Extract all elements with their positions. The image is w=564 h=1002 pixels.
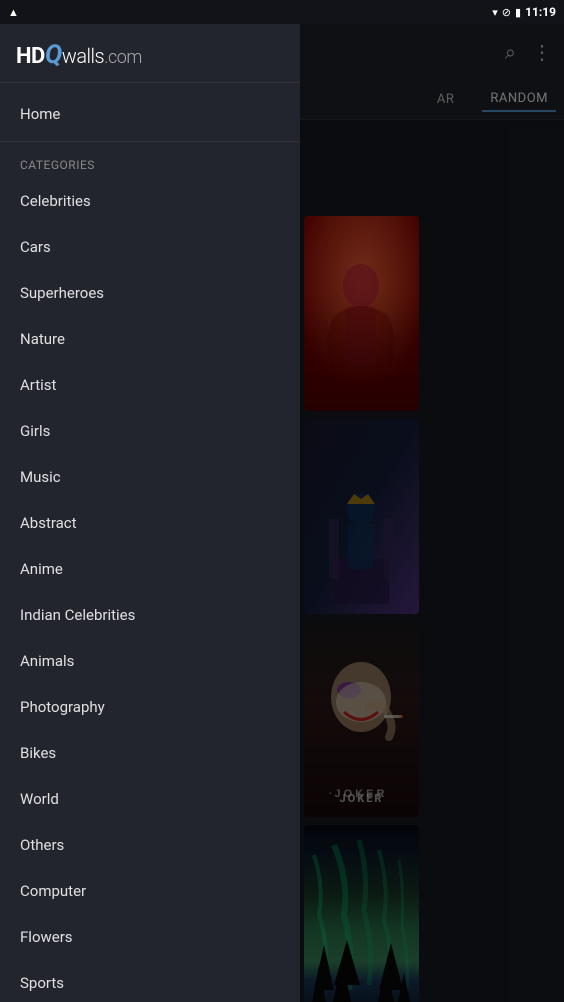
main-wrapper: HDQwalls.com Home Categories Celebrities… xyxy=(0,24,564,1002)
sidebar-item-computer[interactable]: Computer xyxy=(0,868,300,914)
sidebar-item-photography[interactable]: Photography xyxy=(0,684,300,730)
divider-1 xyxy=(0,141,300,142)
sidebar-item-sports[interactable]: Sports xyxy=(0,960,300,1002)
sidebar-item-others-label: Others xyxy=(20,836,64,854)
sidebar-item-world-label: World xyxy=(20,790,59,808)
sidebar-item-indian-celebrities[interactable]: Indian Celebrities xyxy=(0,592,300,638)
aurora-svg xyxy=(304,825,419,1002)
sidebar-item-world[interactable]: World xyxy=(0,776,300,822)
sidebar-item-artist-label: Artist xyxy=(20,376,56,394)
tab-ar[interactable]: AR xyxy=(429,88,463,111)
sidebar-logo: HDQwalls.com xyxy=(16,40,284,70)
sidebar-item-celebrities[interactable]: Celebrities xyxy=(0,178,300,224)
sidebar: HDQwalls.com Home Categories Celebrities… xyxy=(0,24,300,1002)
sidebar-item-artist[interactable]: Artist xyxy=(0,362,300,408)
status-time: 11:19 xyxy=(525,5,556,19)
sidebar-item-others[interactable]: Others xyxy=(0,822,300,868)
sidebar-item-nature-label: Nature xyxy=(20,330,65,348)
sidebar-item-music[interactable]: Music xyxy=(0,454,300,500)
content-area: ⌕ ⋮ AR RANDOM xyxy=(300,24,564,1002)
sidebar-item-superheroes[interactable]: Superheroes xyxy=(0,270,300,316)
sidebar-item-girls[interactable]: Girls xyxy=(0,408,300,454)
sidebar-item-photography-label: Photography xyxy=(20,698,105,716)
sidebar-item-superheroes-label: Superheroes xyxy=(20,284,104,302)
notification-icon: ▲ xyxy=(8,6,19,19)
logo-hd: HD xyxy=(16,44,45,69)
wallpaper-villain[interactable] xyxy=(304,419,419,614)
wallpaper-aurora[interactable] xyxy=(304,825,419,1002)
sidebar-item-sports-label: Sports xyxy=(20,974,64,992)
logo-walls: walls xyxy=(62,44,104,68)
sidebar-header: HDQwalls.com xyxy=(0,24,300,83)
sidebar-item-bikes[interactable]: Bikes xyxy=(0,730,300,776)
wallpaper-joker[interactable]: JOKER · xyxy=(304,622,419,817)
logo-com: com xyxy=(108,47,142,68)
logo-q: Q xyxy=(45,40,62,70)
wallpaper-grid: JOKER · xyxy=(300,120,564,998)
sidebar-categories-label: Categories xyxy=(0,146,300,178)
sidebar-item-music-label: Music xyxy=(20,468,61,486)
tabs-bar: AR RANDOM xyxy=(300,80,564,120)
sidebar-item-cars-label: Cars xyxy=(20,238,51,256)
sidebar-item-abstract[interactable]: Abstract xyxy=(0,500,300,546)
more-options-icon[interactable]: ⋮ xyxy=(532,40,552,64)
sidebar-item-anime-label: Anime xyxy=(20,560,63,578)
sidebar-item-animals-label: Animals xyxy=(20,652,74,670)
search-icon[interactable]: ⌕ xyxy=(505,40,516,64)
sidebar-item-girls-label: Girls xyxy=(20,422,50,440)
sidebar-item-cars[interactable]: Cars xyxy=(0,224,300,270)
wifi-icon: ▾ xyxy=(492,6,498,19)
villain-svg xyxy=(304,419,419,614)
wallpaper-wonder-woman[interactable] xyxy=(304,216,419,411)
sidebar-item-home[interactable]: Home xyxy=(0,91,300,137)
status-bar: ▲ ▾ ⊘ ▮ 11:19 xyxy=(0,0,564,24)
sidebar-item-anime[interactable]: Anime xyxy=(0,546,300,592)
sidebar-item-computer-label: Computer xyxy=(20,882,86,900)
sidebar-item-celebrities-label: Celebrities xyxy=(20,192,91,210)
sidebar-item-animals[interactable]: Animals xyxy=(0,638,300,684)
status-bar-right: ▾ ⊘ ▮ 11:19 xyxy=(492,5,556,19)
sidebar-item-home-label: Home xyxy=(20,105,60,123)
signal-icon: ⊘ xyxy=(502,6,511,19)
battery-icon: ▮ xyxy=(515,6,521,19)
svg-text:·: · xyxy=(328,784,333,800)
sidebar-item-flowers[interactable]: Flowers xyxy=(0,914,300,960)
tab-random[interactable]: RANDOM xyxy=(482,87,556,112)
sidebar-item-nature[interactable]: Nature xyxy=(0,316,300,362)
sidebar-menu: Home Categories Celebrities Cars Superhe… xyxy=(0,83,300,1002)
sidebar-item-bikes-label: Bikes xyxy=(20,744,56,762)
sidebar-item-flowers-label: Flowers xyxy=(20,928,73,946)
sidebar-item-abstract-label: Abstract xyxy=(20,514,77,532)
top-bar: ⌕ ⋮ xyxy=(300,24,564,80)
svg-text:JOKER: JOKER xyxy=(335,788,388,800)
sidebar-item-indian-celebrities-label: Indian Celebrities xyxy=(20,606,135,624)
wonder-woman-svg xyxy=(304,216,419,411)
joker-svg: JOKER · xyxy=(304,622,419,817)
status-bar-left: ▲ xyxy=(8,6,19,19)
